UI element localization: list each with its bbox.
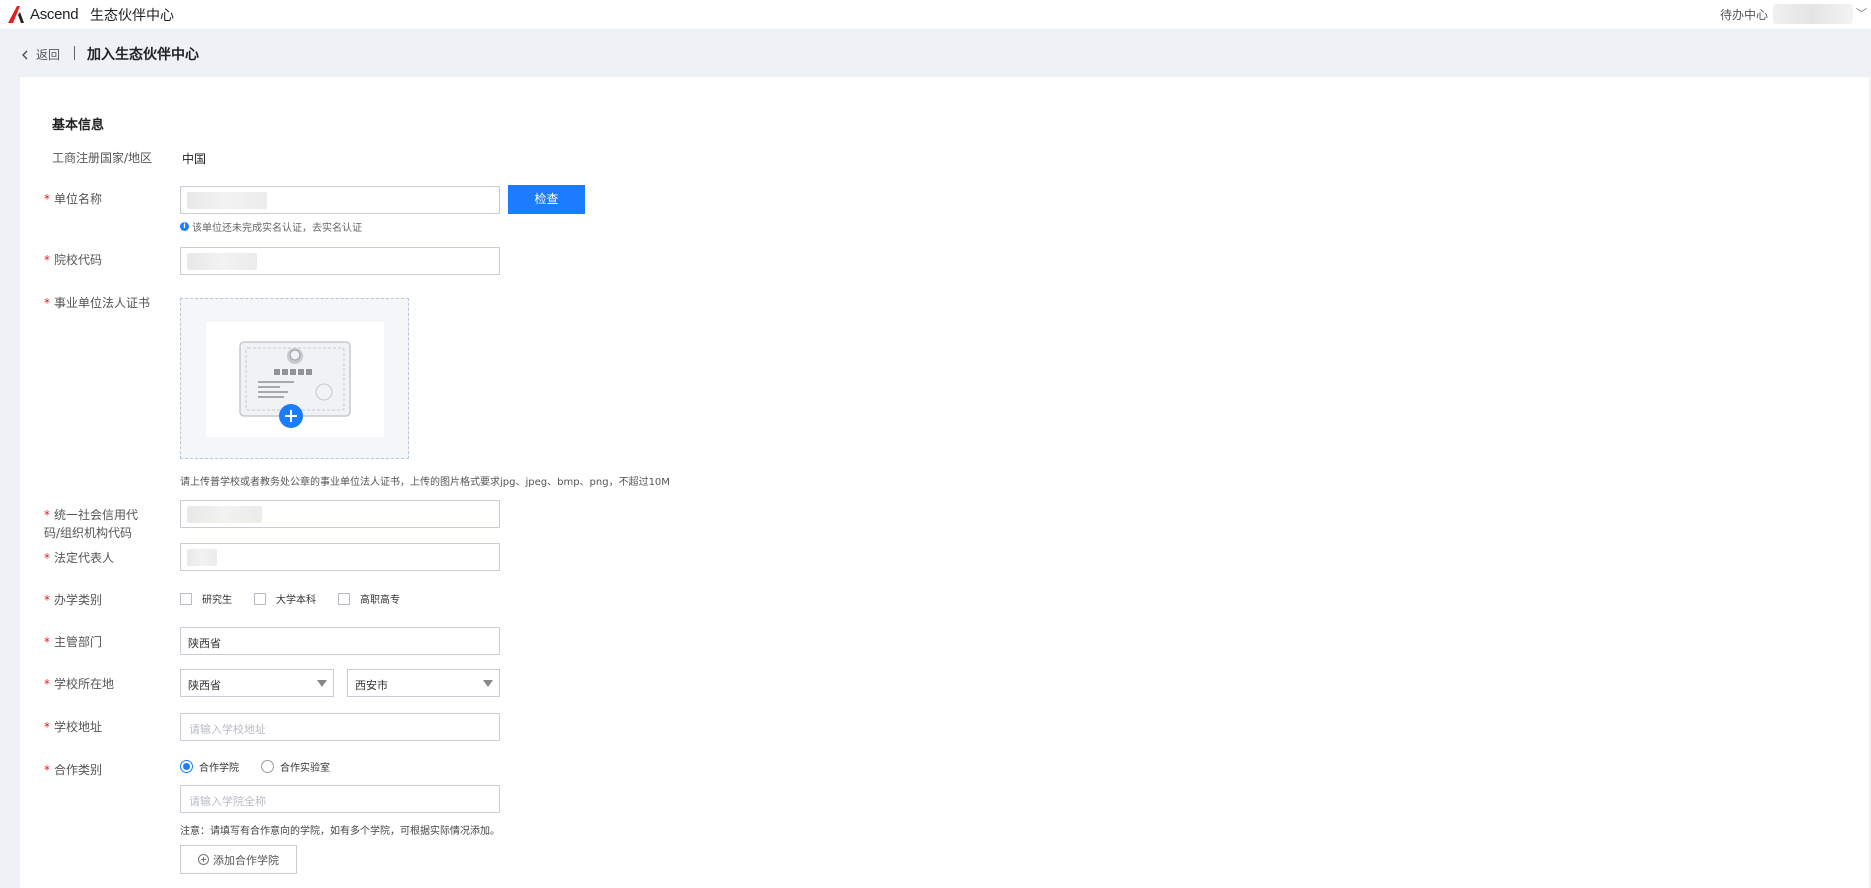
add-college-button[interactable]: 添加合作学院 xyxy=(180,845,297,874)
chevron-down-icon[interactable]: ﹀ xyxy=(1856,5,1867,21)
brand-title[interactable]: 生态伙伴中心 xyxy=(90,5,174,25)
radio-unchecked-icon xyxy=(261,760,274,773)
verification-hint[interactable]: i 该单位还未完成实名认证，去实名认证 xyxy=(180,219,362,234)
credit-code-label: * 统一社会信用代码/组织机构代码 xyxy=(44,508,139,540)
legal-rep-label: * 法定代表人 xyxy=(44,551,115,565)
school-type-label: * 办学类别 xyxy=(44,593,103,607)
cooperation-label: * 合作类别 xyxy=(44,763,103,777)
dropdown-arrow-icon xyxy=(317,680,327,687)
radio-partner-lab[interactable]: 合作实验室 xyxy=(261,759,330,774)
todo-center-link[interactable]: 待办中心 xyxy=(1720,6,1768,23)
legal-rep-input[interactable] xyxy=(180,543,500,571)
top-navbar: Ascend 生态伙伴中心 待办中心 ﹀ xyxy=(0,0,1871,29)
school-code-label: * 院校代码 xyxy=(44,253,103,267)
blurred-value xyxy=(187,192,267,209)
blurred-value xyxy=(187,549,217,566)
checkbox-icon xyxy=(254,592,266,605)
registration-country-value: 中国 xyxy=(182,152,207,166)
user-account[interactable] xyxy=(1773,4,1853,24)
blurred-value xyxy=(187,253,257,270)
section-title: 基本信息 xyxy=(52,118,105,133)
certificate-upload-note: 请上传普学校或者教务处公章的事业单位法人证书，上传的图片格式要求jpg、jpeg… xyxy=(180,477,670,488)
province-select[interactable]: 陕西省 xyxy=(180,669,334,697)
registration-country-label: 工商注册国家/地区 xyxy=(52,151,153,165)
cooperation-options: 合作学院 合作实验室 xyxy=(180,759,352,774)
radio-checked-icon xyxy=(180,760,193,773)
certificate-icon xyxy=(239,341,351,428)
address-input[interactable]: 请输入学校地址 xyxy=(180,713,500,741)
certificate-placeholder xyxy=(206,322,384,437)
blurred-value xyxy=(187,506,262,523)
radio-partner-college[interactable]: 合作学院 xyxy=(180,759,239,774)
ascend-logo[interactable]: Ascend xyxy=(6,3,79,25)
certificate-label: * 事业单位法人证书 xyxy=(44,296,151,310)
credit-code-input[interactable] xyxy=(180,500,500,528)
org-name-input[interactable] xyxy=(180,186,500,214)
location-label: * 学校所在地 xyxy=(44,677,115,691)
authority-label: * 主管部门 xyxy=(44,635,103,649)
ascend-logo-icon xyxy=(8,6,24,23)
check-button[interactable]: 检查 xyxy=(508,185,585,214)
dropdown-arrow-icon xyxy=(483,680,493,687)
page-title: 加入生态伙伴中心 xyxy=(87,47,199,63)
certificate-upload[interactable] xyxy=(180,298,409,459)
address-label: * 学校地址 xyxy=(44,720,103,734)
breadcrumb-divider xyxy=(74,46,75,60)
checkbox-undergraduate[interactable]: 大学本科 xyxy=(254,591,316,606)
city-select[interactable]: 西安市 xyxy=(347,669,500,697)
back-button[interactable]: 返回 xyxy=(20,46,60,63)
breadcrumb: 返回 加入生态伙伴中心 xyxy=(0,29,1871,77)
cooperation-note: 注意：请填写有合作意向的学院，如有多个学院，可根据实际情况添加。 xyxy=(180,826,500,837)
plus-circle-icon xyxy=(198,854,209,865)
school-code-input[interactable] xyxy=(180,247,500,275)
back-label: 返回 xyxy=(36,48,61,62)
checkbox-icon xyxy=(180,592,192,605)
checkbox-icon xyxy=(338,592,350,605)
checkbox-vocational[interactable]: 高职高专 xyxy=(338,591,400,606)
school-type-options: 研究生 大学本科 高职高专 xyxy=(180,591,422,606)
info-icon: i xyxy=(180,222,189,231)
logo-text: Ascend xyxy=(30,5,79,23)
org-name-label: * 单位名称 xyxy=(44,192,103,206)
chevron-left-icon xyxy=(22,50,28,59)
college-name-input[interactable]: 请输入学院全称 xyxy=(180,785,500,813)
checkbox-postgraduate[interactable]: 研究生 xyxy=(180,591,232,606)
authority-input[interactable]: 陕西省 xyxy=(180,627,500,655)
